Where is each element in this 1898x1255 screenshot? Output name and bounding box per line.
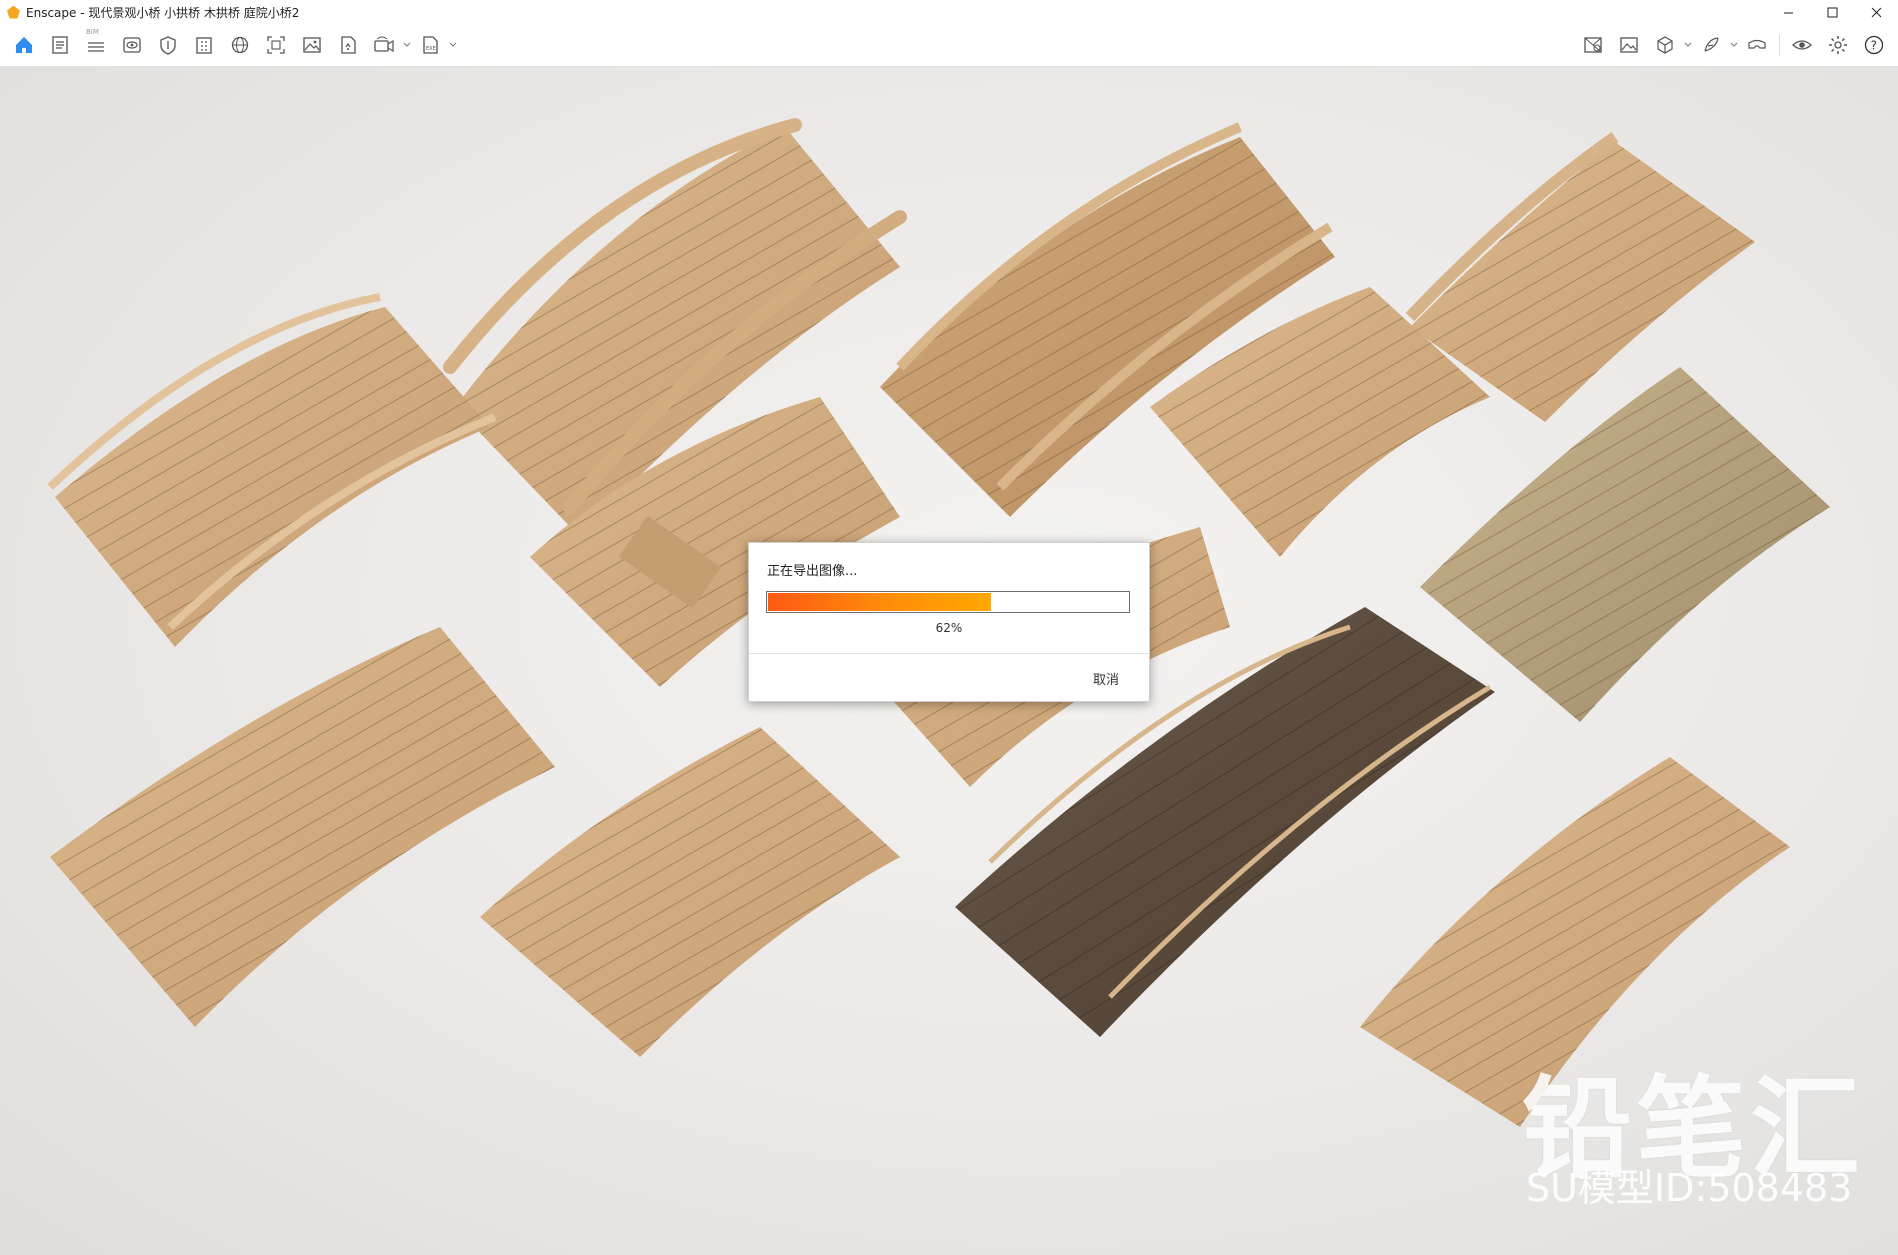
render-image-button[interactable] bbox=[1611, 32, 1647, 58]
close-button[interactable] bbox=[1854, 0, 1898, 24]
feather-icon bbox=[1704, 37, 1719, 52]
title-bar: Enscape - 现代景观小桥 小拱桥 木拱桥 庭院小桥2 bbox=[0, 0, 1898, 24]
bridge-model bbox=[47, 293, 497, 647]
document-list-icon bbox=[52, 36, 68, 54]
exe-export-icon: EXE bbox=[423, 36, 438, 54]
svg-text:EXE: EXE bbox=[426, 46, 436, 52]
enscape-logo-icon bbox=[7, 5, 20, 19]
eye-icon bbox=[1792, 40, 1812, 50]
sync-views-button[interactable] bbox=[1575, 32, 1611, 58]
toolbar-separator bbox=[1779, 34, 1780, 56]
cube-dropdown-caret[interactable] bbox=[1683, 32, 1693, 58]
building-icon bbox=[196, 37, 212, 54]
visual-settings-button[interactable] bbox=[114, 32, 150, 58]
progress-percent: 62% bbox=[935, 621, 963, 635]
asset-library-button[interactable] bbox=[150, 32, 186, 58]
maximize-icon bbox=[1827, 7, 1837, 17]
svg-text:?: ? bbox=[1871, 39, 1877, 53]
render-image-icon bbox=[1620, 37, 1638, 53]
vr-headset-icon bbox=[1748, 39, 1766, 49]
chevron-down-icon bbox=[1730, 42, 1738, 47]
cube-icon bbox=[1657, 36, 1673, 54]
window-title: Enscape - 现代景观小桥 小拱桥 木拱桥 庭院小桥2 bbox=[26, 5, 300, 20]
eye-panel-icon bbox=[123, 37, 141, 53]
dialog-divider bbox=[749, 653, 1149, 654]
image-gallery-icon bbox=[303, 37, 321, 53]
help-icon: ? bbox=[1864, 35, 1884, 55]
video-button[interactable] bbox=[366, 32, 402, 58]
video-360-icon bbox=[374, 36, 394, 53]
watermark-model-id: SU模型ID:508483 bbox=[1526, 1166, 1853, 1210]
help-button[interactable]: ? bbox=[1856, 32, 1892, 58]
bim-icon bbox=[88, 42, 104, 52]
chevron-down-icon bbox=[1684, 42, 1692, 47]
panorama-button[interactable] bbox=[222, 32, 258, 58]
vr-headset-button[interactable] bbox=[1739, 32, 1775, 58]
screenshot-button[interactable] bbox=[258, 32, 294, 58]
window-controls bbox=[1766, 0, 1898, 24]
map-sync-icon bbox=[1584, 37, 1602, 53]
export-file-button[interactable] bbox=[330, 32, 366, 58]
toolbar-right-group: ? bbox=[1575, 32, 1892, 58]
material-editor-button[interactable] bbox=[186, 32, 222, 58]
settings-button[interactable] bbox=[1820, 32, 1856, 58]
views-manager-button[interactable] bbox=[42, 32, 78, 58]
chevron-down-icon bbox=[403, 42, 411, 47]
shield-asset-icon bbox=[160, 36, 176, 55]
visibility-button[interactable] bbox=[1784, 32, 1820, 58]
video-dropdown-caret[interactable] bbox=[402, 32, 412, 58]
cube-view-button[interactable] bbox=[1647, 32, 1683, 58]
minimize-button[interactable] bbox=[1766, 0, 1810, 24]
exe-dropdown-caret[interactable] bbox=[448, 32, 458, 58]
feedback-button[interactable] bbox=[1693, 32, 1729, 58]
chevron-down-icon bbox=[449, 42, 457, 47]
home-icon bbox=[16, 37, 32, 53]
maximize-button[interactable] bbox=[1810, 0, 1854, 24]
feedback-dropdown-caret[interactable] bbox=[1729, 32, 1739, 58]
gear-icon bbox=[1829, 36, 1847, 54]
batch-render-button[interactable] bbox=[294, 32, 330, 58]
bim-label: BIM bbox=[86, 28, 99, 36]
export-progress-dialog: 正在导出图像... 62% 取消 bbox=[748, 542, 1150, 702]
bridge-model bbox=[480, 727, 900, 1057]
panorama-sphere-icon bbox=[231, 36, 249, 54]
progress-bar-fill bbox=[768, 593, 992, 611]
exe-export-button[interactable]: EXE bbox=[412, 32, 448, 58]
export-file-icon bbox=[341, 36, 356, 54]
close-icon bbox=[1871, 7, 1881, 17]
home-button[interactable] bbox=[6, 32, 42, 58]
progress-bar bbox=[766, 591, 1130, 613]
toolbar-left-group: BIM EXE bbox=[6, 28, 458, 58]
screenshot-icon bbox=[267, 36, 285, 54]
cancel-button[interactable]: 取消 bbox=[1093, 669, 1119, 688]
minimize-icon bbox=[1783, 12, 1793, 13]
bridge-model bbox=[50, 627, 555, 1027]
bim-button[interactable]: BIM bbox=[78, 28, 114, 58]
toolbar: BIM EXE ? bbox=[0, 24, 1898, 88]
export-status-message: 正在导出图像... bbox=[767, 564, 858, 579]
bridge-model bbox=[1420, 367, 1830, 722]
